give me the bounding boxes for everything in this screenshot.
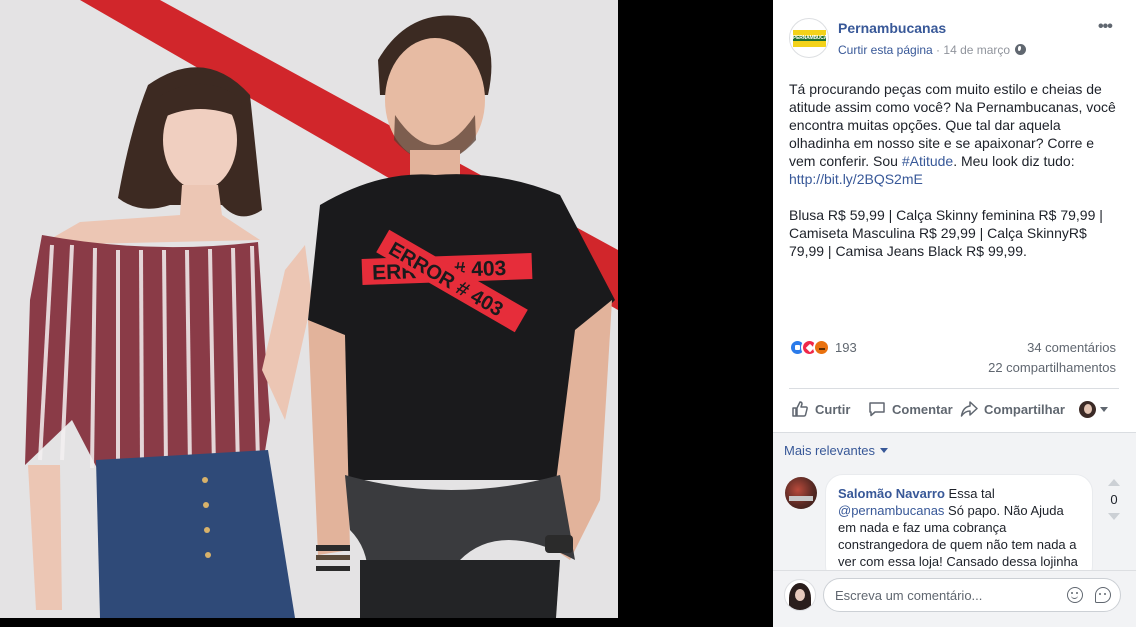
- post-actions: Curtir Comentar Compartilhar: [773, 392, 1136, 426]
- share-button-label: Compartilhar: [984, 401, 1065, 417]
- comment-button[interactable]: Comentar: [868, 398, 953, 420]
- commenter-avatar[interactable]: [785, 477, 817, 509]
- more-options-icon[interactable]: •••: [1098, 18, 1113, 36]
- comment-text: Essa tal: [944, 486, 995, 501]
- share-button[interactable]: Compartilhar: [960, 398, 1065, 420]
- share-arrow-icon: [960, 401, 978, 417]
- post-meta: Curtir esta página · 14 de março: [838, 43, 1027, 57]
- upvote-icon[interactable]: [1108, 479, 1120, 486]
- logo-text: PERNAMBUCANAS: [793, 35, 826, 41]
- reaction-summary[interactable]: 193: [789, 338, 857, 356]
- comment-author-link[interactable]: Salomão Navarro: [838, 486, 945, 501]
- like-button-label: Curtir: [815, 401, 851, 417]
- sticker-icon[interactable]: [1095, 587, 1111, 603]
- comment-button-label: Comentar: [892, 401, 953, 417]
- post-photo-image: ERROR # 403 ERROR # 403: [0, 0, 618, 618]
- comment-bubble-icon: [869, 402, 885, 417]
- meta-separator: ·: [932, 43, 944, 57]
- like-button[interactable]: Curtir: [791, 398, 850, 420]
- chevron-down-icon: [1100, 406, 1108, 412]
- post-text: Tá procurando peças com muito estilo e c…: [789, 80, 1119, 260]
- post-body: Tá procurando peças com muito estilo e c…: [789, 80, 1119, 188]
- post-date-link[interactable]: 14 de março: [943, 43, 1010, 57]
- comment-sort-dropdown[interactable]: Mais relevantes: [784, 443, 889, 458]
- comments-count-link[interactable]: 34 comentários: [1027, 340, 1116, 355]
- downvote-icon[interactable]: [1108, 513, 1120, 520]
- reaction-count: 193: [835, 339, 857, 355]
- post-photo[interactable]: ERROR # 403 ERROR # 403: [0, 0, 773, 627]
- chevron-down-icon: [880, 448, 889, 453]
- emoji-icon[interactable]: [1067, 587, 1083, 603]
- comment-votes: 0: [1103, 479, 1125, 520]
- post-prices: Blusa R$ 59,99 | Calça Skinny feminina R…: [789, 207, 1103, 259]
- audience-selector[interactable]: [1079, 398, 1108, 420]
- user-avatar: [1079, 400, 1096, 418]
- vote-count: 0: [1110, 492, 1118, 507]
- hashtag-link[interactable]: #Atitude: [902, 153, 953, 169]
- comment-mention-link[interactable]: @pernambucanas: [838, 503, 944, 518]
- divider: [789, 388, 1119, 389]
- comment-sort-label: Mais relevantes: [784, 443, 876, 458]
- external-link[interactable]: http://bit.ly/2BQS2mE: [789, 171, 923, 187]
- current-user-avatar[interactable]: [784, 579, 816, 611]
- page-name-link[interactable]: Pernambucanas: [838, 20, 946, 36]
- comment-bubble: Salomão Navarro Essa tal @pernambucanas …: [825, 474, 1093, 584]
- post-text-part2: . Meu look diz tudo:: [953, 153, 1075, 169]
- globe-icon: [1015, 44, 1027, 55]
- post-side-panel: PERNAMBUCANAS Pernambucanas Curtir esta …: [773, 0, 1136, 627]
- shares-count-link[interactable]: 22 compartilhamentos: [988, 360, 1116, 375]
- page-avatar[interactable]: PERNAMBUCANAS: [789, 18, 829, 58]
- thumbs-up-icon: [792, 401, 808, 417]
- like-page-link[interactable]: Curtir esta página: [838, 43, 933, 57]
- comment-composer: [773, 570, 1136, 627]
- angry-reaction-icon: [813, 338, 830, 356]
- post-header: PERNAMBUCANAS Pernambucanas Curtir esta …: [773, 0, 1136, 70]
